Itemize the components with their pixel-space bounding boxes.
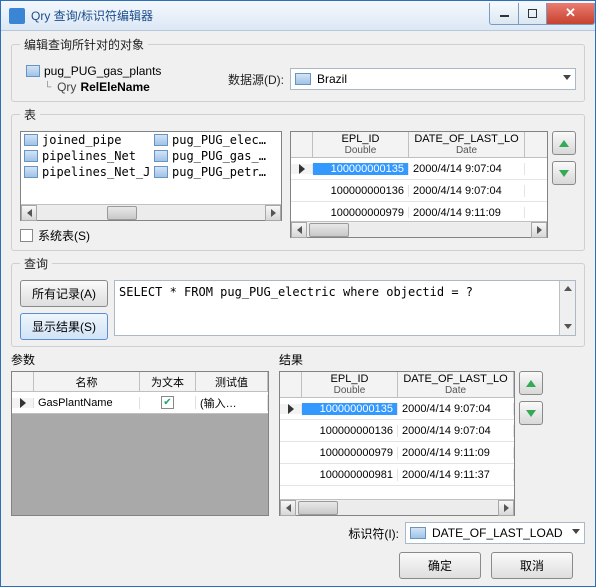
table-row[interactable]: 1000000009812000/4/14 9:11:37 — [280, 464, 514, 486]
tables-list[interactable]: joined_pipepipelines_Netpipelines_Net_Ju… — [20, 131, 282, 221]
scroll-thumb[interactable] — [107, 206, 137, 220]
ok-button[interactable]: 确定 — [399, 552, 481, 579]
param-row[interactable]: GasPlantName ✔ (输入… — [12, 392, 268, 414]
column-icon — [410, 527, 426, 539]
maximize-button[interactable] — [519, 3, 547, 25]
target-legend: 编辑查询所针对的对象 — [20, 36, 148, 53]
sql-text: SELECT * FROM pug_PUG_electric where obj… — [119, 285, 473, 299]
row-header-blank — [12, 372, 34, 391]
table-icon — [154, 166, 168, 178]
tree-root-label: pug_PUG_gas_plants — [44, 64, 161, 78]
target-tree[interactable]: pug_PUG_gas_plants └ Qry RelEleName — [26, 63, 216, 95]
window-title: Qry 查询/标识符编辑器 — [31, 7, 489, 24]
table-row[interactable]: 1000000001362000/4/14 9:07:04 — [291, 180, 547, 202]
datasource-value: Brazil — [317, 72, 347, 86]
table-item[interactable]: pug_PUG_petr… — [151, 164, 281, 180]
table-icon — [154, 134, 168, 146]
move-down-button[interactable] — [552, 161, 576, 185]
table-row[interactable]: 1000000001352000/4/14 9:07:04 — [291, 158, 547, 180]
window: Qry 查询/标识符编辑器 ✕ 编辑查询所针对的对象 pug_PUG_gas_p… — [0, 0, 596, 587]
table-item[interactable]: pipelines_Net — [21, 148, 151, 164]
v-scrollbar[interactable] — [559, 281, 575, 335]
show-results-button[interactable]: 显示结果(S) — [20, 313, 108, 340]
result-down-button[interactable] — [519, 401, 543, 425]
table-icon — [24, 150, 38, 162]
param-col-name: 名称 — [34, 372, 140, 391]
table-preview-grid[interactable]: EPL_IDDoubleDATE_OF_LAST_LODate100000000… — [290, 131, 548, 238]
all-records-button[interactable]: 所有记录(A) — [20, 280, 108, 307]
identifier-combo[interactable]: DATE_OF_LAST_LOAD — [405, 522, 585, 544]
h-scrollbar[interactable] — [280, 499, 514, 515]
table-icon — [154, 150, 168, 162]
chevron-down-icon — [572, 529, 580, 534]
identifier-label: 标识符(I): — [348, 525, 399, 542]
scroll-right-button[interactable] — [265, 205, 281, 221]
param-name: GasPlantName — [34, 397, 140, 409]
params-grid[interactable]: 名称 为文本 测试值 GasPlantName ✔ (输入… — [11, 371, 269, 516]
table-icon — [24, 166, 38, 178]
tree-branch-icon: └ — [44, 82, 51, 93]
param-testval[interactable]: (输入… — [196, 395, 268, 411]
target-group: 编辑查询所针对的对象 pug_PUG_gas_plants └ Qry RelE… — [11, 36, 585, 102]
datasource-combo[interactable]: Brazil — [290, 68, 576, 90]
close-button[interactable]: ✕ — [547, 3, 595, 25]
system-tables-checkbox[interactable]: 系统表(S) — [20, 227, 282, 244]
tree-child-prefix: Qry — [57, 80, 76, 94]
table-item[interactable]: pipelines_Net_Junctions — [21, 164, 151, 180]
table-row[interactable]: 1000000009792000/4/14 9:11:09 — [291, 202, 547, 218]
query-legend: 查询 — [20, 255, 52, 272]
identifier-value: DATE_OF_LAST_LOAD — [432, 526, 563, 540]
table-item[interactable]: joined_pipe — [21, 132, 151, 148]
results-legend: 结果 — [279, 351, 585, 368]
sql-textarea[interactable]: SELECT * FROM pug_PUG_electric where obj… — [114, 280, 576, 336]
h-scrollbar[interactable] — [291, 221, 547, 237]
chevron-down-icon — [563, 75, 571, 80]
param-col-astext: 为文本 — [140, 372, 196, 391]
param-col-testval: 测试值 — [196, 372, 268, 391]
minimize-button[interactable] — [489, 3, 519, 25]
tree-child[interactable]: └ Qry RelEleName — [44, 79, 216, 95]
datasource-label: 数据源(D): — [228, 71, 284, 88]
result-up-button[interactable] — [519, 371, 543, 395]
datasource-icon — [295, 73, 311, 85]
table-row[interactable]: 1000000001362000/4/14 9:07:04 — [280, 420, 514, 442]
table-item[interactable]: pug_PUG_elec… — [151, 132, 281, 148]
app-icon — [9, 8, 25, 24]
results-grid[interactable]: EPL_IDDoubleDATE_OF_LAST_LODate100000000… — [279, 371, 515, 516]
params-legend: 参数 — [11, 351, 269, 368]
table-icon — [24, 134, 38, 146]
tables-group: 表 joined_pipepipelines_Netpipelines_Net_… — [11, 106, 585, 251]
move-up-button[interactable] — [552, 131, 576, 155]
table-item[interactable]: pug_PUG_gas_… — [151, 148, 281, 164]
system-tables-label: 系统表(S) — [38, 227, 90, 244]
tree-child-label: RelEleName — [80, 80, 149, 94]
layer-icon — [26, 65, 40, 77]
table-row[interactable]: 1000000009792000/4/14 9:11:09 — [280, 442, 514, 464]
tree-root[interactable]: pug_PUG_gas_plants — [26, 63, 216, 79]
h-scrollbar[interactable] — [21, 204, 281, 220]
param-astext-checkbox[interactable]: ✔ — [161, 396, 174, 409]
checkbox-icon — [20, 229, 33, 242]
query-group: 查询 所有记录(A) 显示结果(S) SELECT * FROM pug_PUG… — [11, 255, 585, 347]
scroll-left-button[interactable] — [21, 205, 37, 221]
cancel-button[interactable]: 取消 — [491, 552, 573, 579]
table-row[interactable]: 1000000001352000/4/14 9:07:04 — [280, 398, 514, 420]
titlebar: Qry 查询/标识符编辑器 ✕ — [1, 1, 595, 31]
tables-legend: 表 — [20, 106, 40, 123]
